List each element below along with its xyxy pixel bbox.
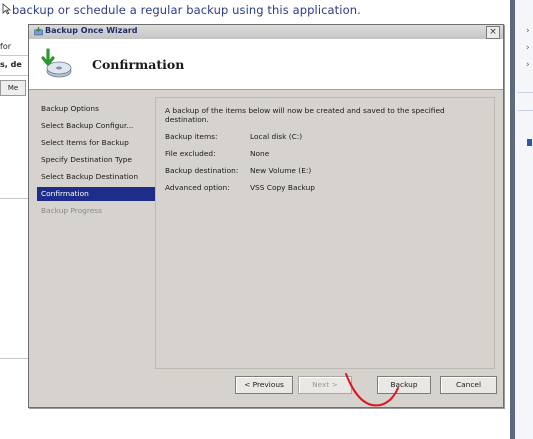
nav-step-specify-destination-type[interactable]: Specify Destination Type — [37, 153, 157, 167]
backup-disk-icon — [41, 48, 72, 78]
detail-label: Advanced option: — [165, 183, 230, 192]
background-green-arrow-icon: › — [526, 60, 530, 70]
cancel-button[interactable]: Cancel — [440, 376, 497, 394]
nav-step-backup-progress: Backup Progress — [41, 206, 102, 215]
detail-value: Local disk (C:) — [250, 132, 303, 141]
detail-value: VSS Copy Backup — [250, 183, 315, 192]
background-header-label: backup or schedule a regular backup usin… — [12, 3, 361, 17]
mouse-cursor-icon — [2, 3, 12, 15]
backup-once-wizard-dialog: Backup Once Wizard × Confirmation Backup… — [28, 24, 504, 408]
wizard-steps-nav: Backup Options Select Backup Configur...… — [37, 102, 157, 221]
confirmation-intro-text: A backup of the items below will now be … — [165, 106, 445, 124]
background-divider — [518, 110, 533, 111]
detail-label: Backup destination: — [165, 166, 239, 175]
close-icon: × — [489, 27, 497, 37]
page-title: Confirmation — [92, 57, 185, 72]
background-green-arrow-icon: › — [526, 43, 530, 53]
wizard-button-bar: < Previous Next > Backup Cancel — [155, 367, 497, 399]
nav-step-select-backup-destination[interactable]: Select Backup Destination — [37, 170, 157, 184]
nav-step-confirmation[interactable]: Confirmation — [37, 187, 157, 201]
detail-value: New Volume (E:) — [250, 166, 312, 175]
detail-label: Backup items: — [165, 132, 218, 141]
close-button[interactable]: × — [486, 26, 500, 39]
background-divider — [0, 358, 30, 359]
background-left-text: for — [0, 42, 11, 51]
background-divider — [0, 198, 30, 199]
dialog-title: Backup Once Wizard — [45, 26, 138, 35]
background-left-button[interactable]: Me — [0, 80, 26, 96]
next-button: Next > — [298, 376, 352, 394]
dialog-titlebar[interactable]: Backup Once Wizard × — [29, 25, 503, 39]
background-blue-square-icon — [527, 139, 532, 146]
detail-label: File excluded: — [165, 149, 216, 158]
detail-row-advanced-option: Advanced option: VSS Copy Backup — [165, 183, 315, 192]
background-right-scrollbar[interactable] — [510, 0, 515, 439]
nav-step-select-backup-configuration[interactable]: Select Backup Configur... — [37, 119, 157, 133]
confirmation-panel: A backup of the items below will now be … — [155, 97, 495, 369]
background-header-text: backup or schedule a regular backup usin… — [0, 0, 510, 22]
background-divider — [0, 75, 30, 76]
detail-row-file-excluded: File excluded: None — [165, 149, 269, 158]
nav-step-backup-options[interactable]: Backup Options — [37, 102, 157, 116]
background-divider — [0, 55, 30, 56]
backup-button[interactable]: Backup — [377, 376, 431, 394]
detail-row-backup-destination: Backup destination: New Volume (E:) — [165, 166, 311, 175]
background-green-arrow-icon: › — [526, 26, 530, 36]
nav-step-select-items-for-backup[interactable]: Select Items for Backup — [37, 136, 157, 150]
background-left-text: s, de — [0, 60, 22, 69]
background-divider — [518, 92, 533, 93]
detail-row-backup-items: Backup items: Local disk (C:) — [165, 132, 302, 141]
wizard-header: Confirmation — [29, 39, 503, 90]
detail-value: None — [250, 149, 270, 158]
previous-button[interactable]: < Previous — [235, 376, 293, 394]
backup-wizard-icon — [34, 27, 43, 36]
